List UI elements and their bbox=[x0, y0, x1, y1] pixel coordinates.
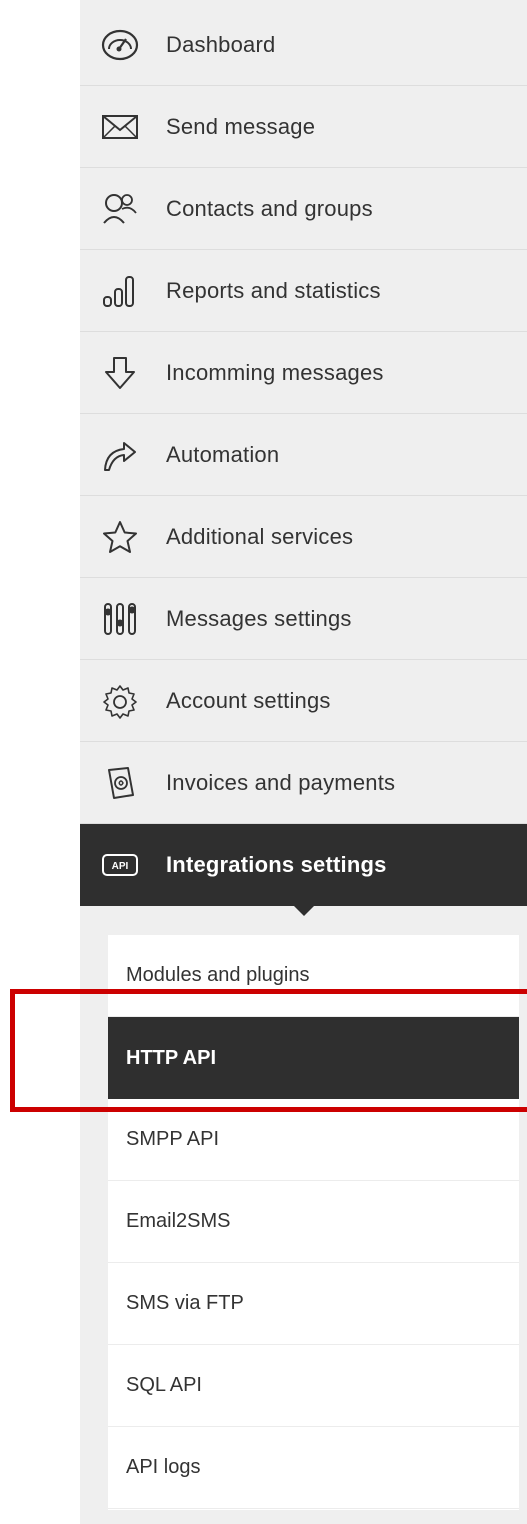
gauge-icon bbox=[96, 25, 144, 65]
menu-item-incoming-messages[interactable]: Incomming messages bbox=[80, 332, 527, 414]
menu-item-label: Integrations settings bbox=[166, 852, 387, 877]
menu-item-label: Send message bbox=[166, 113, 316, 139]
menu-item-label: Additional services bbox=[166, 523, 354, 549]
menu-item-automation[interactable]: Automation bbox=[80, 414, 527, 496]
star-icon bbox=[96, 517, 144, 557]
bar-chart-icon bbox=[96, 271, 144, 311]
gear-icon bbox=[96, 681, 144, 721]
submenu-item-sql-api[interactable]: SQL API bbox=[108, 1345, 519, 1427]
menu-item-label: Incomming messages bbox=[166, 359, 384, 385]
submenu-item-api-logs[interactable]: API logs bbox=[108, 1427, 519, 1509]
menu-item-contacts[interactable]: Contacts and groups bbox=[80, 168, 527, 250]
menu-item-invoices[interactable]: Invoices and payments bbox=[80, 742, 527, 824]
menu-item-integrations[interactable]: API Integrations settings bbox=[80, 824, 527, 906]
menu-item-label: Messages settings bbox=[166, 605, 352, 631]
contacts-icon bbox=[96, 189, 144, 229]
menu-item-label: Account settings bbox=[166, 687, 331, 713]
menu-item-label: Automation bbox=[166, 441, 280, 467]
menu-item-dashboard[interactable]: Dashboard bbox=[80, 4, 527, 86]
menu-item-messages-settings[interactable]: Messages settings bbox=[80, 578, 527, 660]
invoice-icon bbox=[96, 763, 144, 803]
active-pointer bbox=[290, 902, 318, 916]
submenu-item-modules-plugins[interactable]: Modules and plugins bbox=[108, 935, 519, 1017]
submenu-item-smpp-api[interactable]: SMPP API bbox=[108, 1099, 519, 1181]
curved-arrow-icon bbox=[96, 435, 144, 475]
menu-item-label: Contacts and groups bbox=[166, 195, 373, 221]
menu-item-label: Reports and statistics bbox=[166, 277, 381, 303]
sidebar-nav: Dashboard Send message Contacts and grou… bbox=[80, 0, 527, 1524]
submenu-item-email2sms[interactable]: Email2SMS bbox=[108, 1181, 519, 1263]
submenu-item-http-api[interactable]: HTTP API bbox=[108, 1017, 519, 1099]
arrow-down-icon bbox=[96, 353, 144, 393]
menu-item-account-settings[interactable]: Account settings bbox=[80, 660, 527, 742]
envelope-icon bbox=[96, 107, 144, 147]
menu-item-send-message[interactable]: Send message bbox=[80, 86, 527, 168]
integrations-submenu: Modules and plugins HTTP API SMPP API Em… bbox=[108, 935, 519, 1510]
menu-item-label: Dashboard bbox=[166, 31, 276, 57]
menu-item-label: Invoices and payments bbox=[166, 769, 396, 795]
submenu-item-sms-via-ftp[interactable]: SMS via FTP bbox=[108, 1263, 519, 1345]
sliders-icon bbox=[96, 599, 144, 639]
menu-item-additional-services[interactable]: Additional services bbox=[80, 496, 527, 578]
svg-text:API: API bbox=[112, 861, 129, 872]
api-icon: API bbox=[96, 845, 144, 885]
menu-item-reports[interactable]: Reports and statistics bbox=[80, 250, 527, 332]
